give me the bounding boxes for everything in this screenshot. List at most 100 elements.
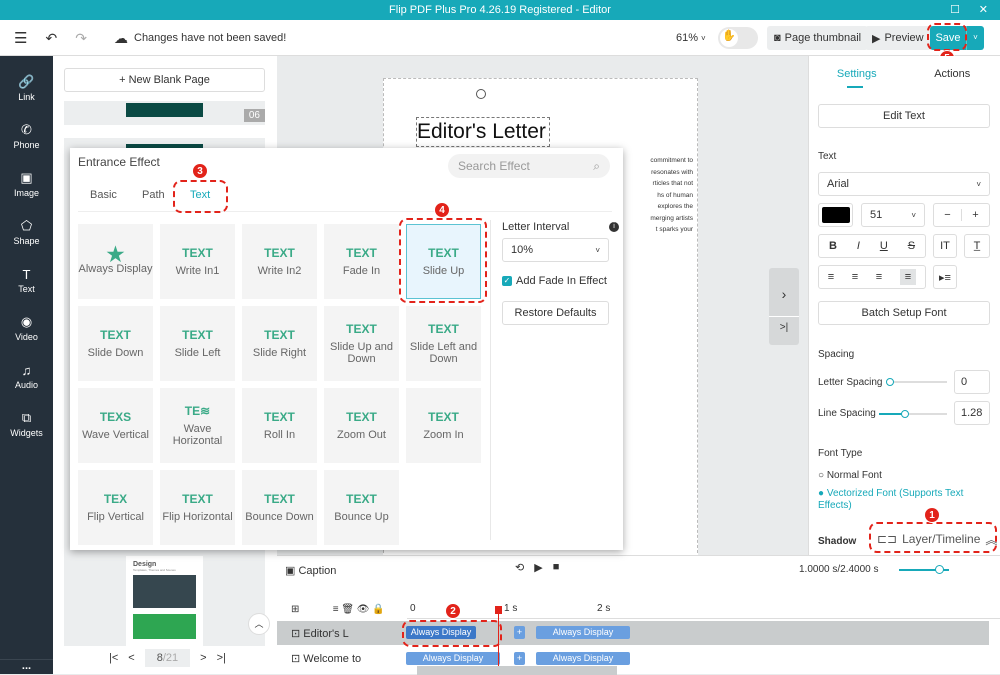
close-icon[interactable]: ✕ [979,0,988,20]
first-page-icon[interactable]: |< [109,652,118,664]
letter-interval-select[interactable]: 10%˅ [502,238,609,262]
effect-pill[interactable]: Always Display [536,626,630,639]
effect-wave-vertical[interactable]: TEXSWave Vertical [78,388,153,463]
sidebar-item-audio[interactable]: ♫Audio [0,352,53,400]
align-right-icon[interactable]: ≡ [876,271,882,283]
prev-page-icon[interactable]: < [128,652,134,664]
menu-icon[interactable]: ☰ [14,29,27,47]
bold-icon[interactable]: B [829,240,837,252]
maximize-icon[interactable]: ☐ [950,0,960,20]
new-blank-page-button[interactable]: + New Blank Page [64,68,265,92]
sidebar-item-text[interactable]: TText [0,256,53,304]
save-dropdown[interactable]: ˅ [966,26,984,50]
sidebar-item-widgets[interactable]: ⧉Widgets [0,400,53,448]
hand-tool-toggle[interactable]: ✋ [718,27,758,49]
effect-slide-down[interactable]: TEXTSlide Down [78,306,153,381]
add-effect-button[interactable]: + [514,652,525,665]
last-page-icon[interactable]: >| [217,652,226,664]
search-effect-input[interactable]: Search Effect⌕ [448,154,610,178]
effect-label: Flip Vertical [87,511,144,523]
sidebar-item-link[interactable]: 🔗Link [0,64,53,112]
effect-slide-up-and-down[interactable]: TEXTSlide Up and Down [324,306,399,381]
align-center-icon[interactable]: ≡ [852,271,858,283]
strikethrough-icon[interactable]: S [908,240,915,252]
undo-icon[interactable]: ↶ [45,30,57,47]
effect-pill[interactable]: Always Display [536,652,630,665]
selected-text-box[interactable]: Editor's Letter [416,117,550,147]
effect-flip-vertical[interactable]: TEXFlip Vertical [78,470,153,545]
tab-settings[interactable]: Settings [809,68,905,80]
layer-row[interactable] [277,621,989,645]
caption-button[interactable]: ▣ Caption [285,564,336,577]
info-icon[interactable]: i [609,222,619,232]
normal-font-radio[interactable]: ○ Normal Font [818,470,882,481]
next-page-button[interactable]: ›>| [769,268,799,345]
font-size-stepper[interactable]: −+ [933,203,990,227]
font-color-picker[interactable] [818,203,853,227]
stop-icon[interactable]: ■ [553,561,560,574]
redo-icon[interactable]: ↷ [75,30,87,47]
effect-bounce-down[interactable]: TEXTBounce Down [242,470,317,545]
increase-button[interactable]: + [961,209,989,221]
sidebar-item-shape[interactable]: ⬠Shape [0,208,53,256]
italic-icon[interactable]: I [857,240,860,252]
fade-in-checkbox[interactable]: ✓Add Fade In Effect [502,275,607,287]
justify-icon[interactable]: ≡ [900,269,916,285]
page-thumb-current[interactable]: Design Templates, Themes and Scenes [64,556,265,646]
tab-basic[interactable]: Basic [90,189,117,201]
restore-defaults-button[interactable]: Restore Defaults [502,301,609,325]
effect-roll-in[interactable]: TEXTRoll In [242,388,317,463]
effect-pill[interactable]: Always Display [406,652,500,665]
line-spacing-slider[interactable] [879,413,947,415]
preview-button[interactable]: ▶Preview [865,26,931,50]
effect-label: Write In1 [176,265,220,277]
effect-slide-right[interactable]: TEXTSlide Right [242,306,317,381]
effect-slide-left-and-down[interactable]: TEXTSlide Left and Down [406,306,481,381]
next-page-icon[interactable]: > [200,652,206,664]
effect-zoom-in[interactable]: TEXTZoom In [406,388,481,463]
tab-actions[interactable]: Actions [905,68,1000,80]
edit-text-button[interactable]: Edit Text [818,104,990,128]
effect-always-display[interactable]: ★Always Display [78,224,153,299]
last-page-icon[interactable]: >| [769,316,799,333]
font-select[interactable]: Arial˅ [818,172,990,196]
vertical-text-icon[interactable]: IT [933,234,957,258]
batch-setup-font-button[interactable]: Batch Setup Font [818,301,990,325]
heading-text[interactable]: Editor's Letter [417,120,546,144]
effect-bounce-up[interactable]: TEXTBounce Up [324,470,399,545]
underline-icon[interactable]: U [880,240,888,252]
effect-fade-in[interactable]: TEXTFade In [324,224,399,299]
scroll-top-button[interactable]: ︿ [248,613,270,635]
zoom-select[interactable]: 61% [676,32,698,44]
replay-icon[interactable]: ⟲ [515,561,524,574]
align-left-icon[interactable]: ≡ [828,271,834,283]
effect-flip-horizontal[interactable]: TEXTFlip Horizontal [160,470,235,545]
indent-icon[interactable]: ▸≡ [933,265,957,289]
effect-slide-left[interactable]: TEXTSlide Left [160,306,235,381]
letter-spacing-slider[interactable] [889,381,947,383]
line-spacing-label: Line Spacing [818,408,876,419]
sidebar-item-phone[interactable]: ✆Phone [0,112,53,160]
effect-write-in1[interactable]: TEXTWrite In1 [160,224,235,299]
play-icon[interactable]: ▶ [534,561,542,574]
effect-write-in2[interactable]: TEXTWrite In2 [242,224,317,299]
effect-zoom-out[interactable]: TEXTZoom Out [324,388,399,463]
text-baseline-icon[interactable]: T̲ [964,234,990,258]
vectorized-font-radio[interactable]: ● Vectorized Font (Supports Text Effects… [818,488,988,512]
font-size-select[interactable]: 51˅ [861,203,925,227]
page-thumbnail-button[interactable]: ◙Page thumbnail [767,26,868,50]
rotate-handle[interactable] [476,89,486,99]
sidebar-item-label: Shape [13,236,39,246]
add-effect-button[interactable]: + [514,626,525,639]
decrease-button[interactable]: − [934,209,961,221]
tab-path[interactable]: Path [142,189,165,201]
letter-spacing-input[interactable]: 0 [954,370,990,394]
timeline-zoom-slider[interactable] [899,569,949,571]
sidebar-item-video[interactable]: ◉Video [0,304,53,352]
more-icon[interactable]: ... [0,659,53,672]
effect-wave-horizontal[interactable]: TE≋Wave Horizontal [160,388,235,463]
line-spacing-input[interactable]: 1.28 [954,401,990,425]
sidebar-item-image[interactable]: ▣Image [0,160,53,208]
page-number-input[interactable]: 8/21 [145,649,190,667]
page-thumb[interactable]: 06 [64,101,265,125]
